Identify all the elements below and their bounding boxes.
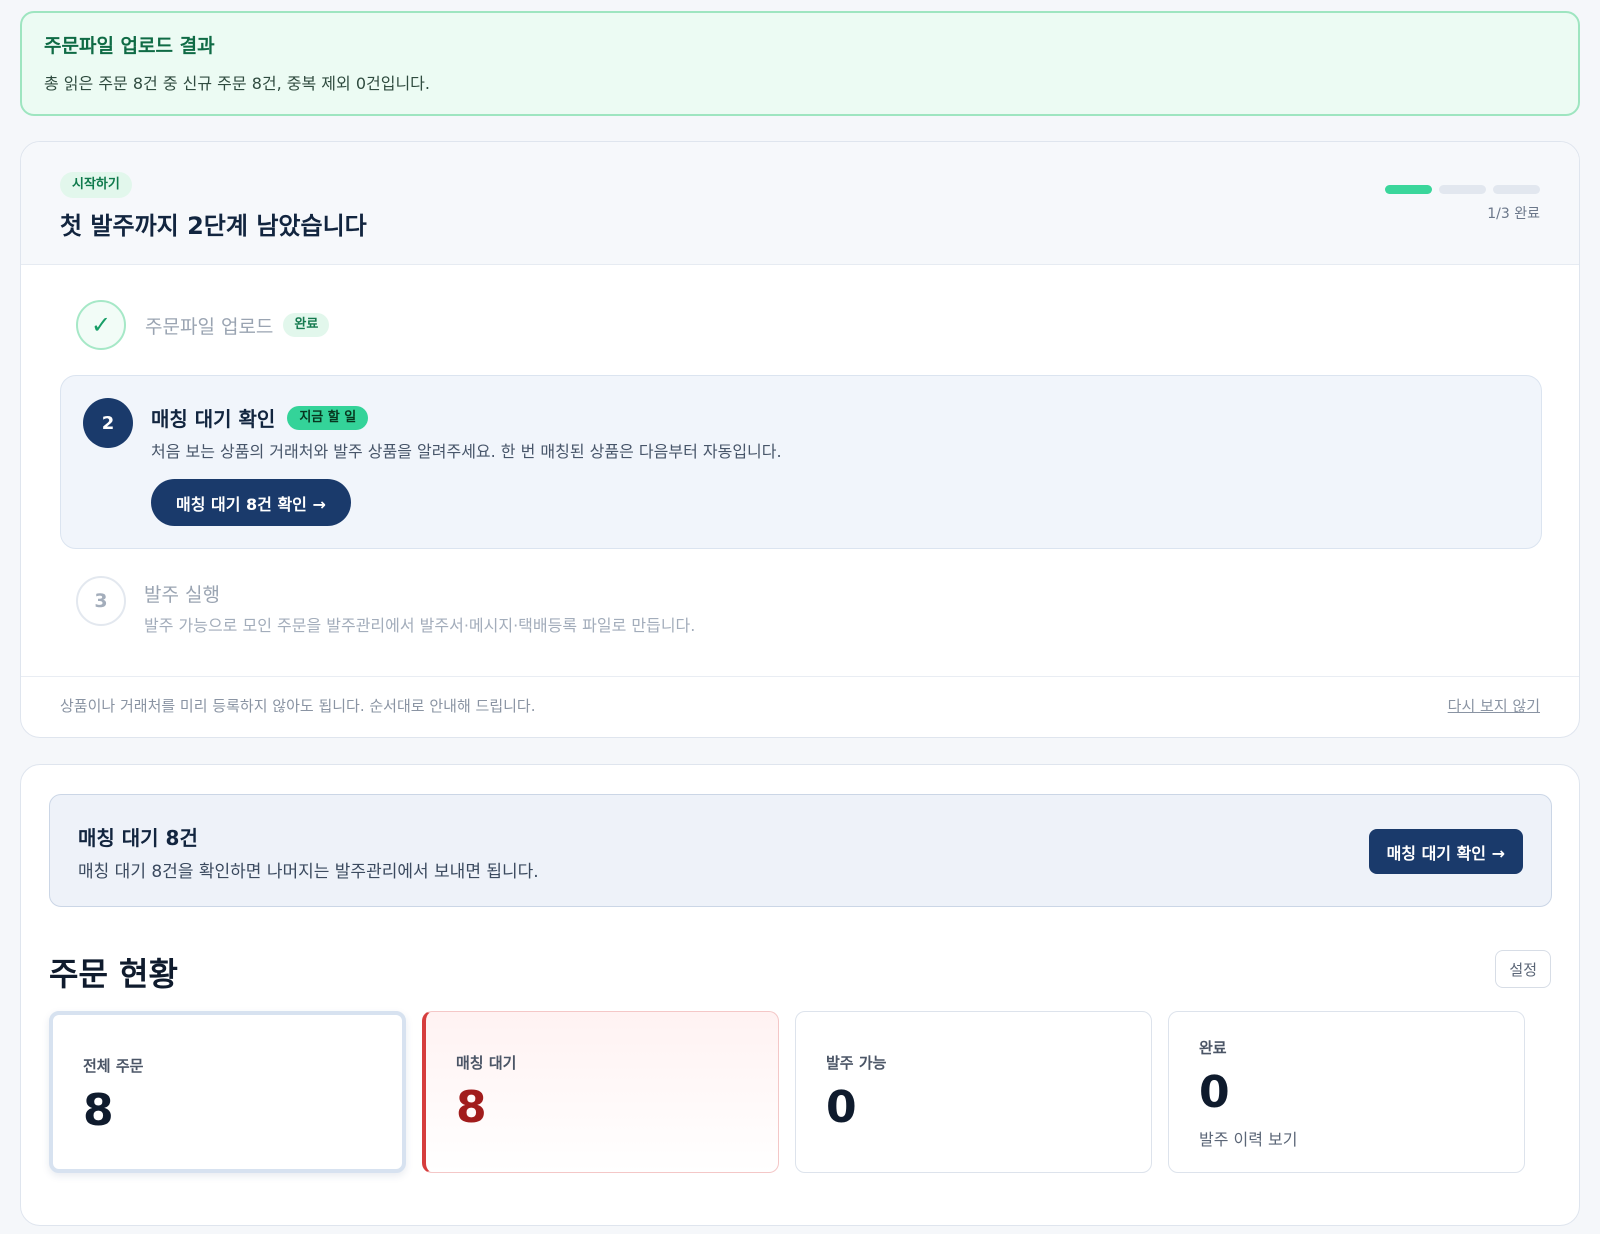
check-pending-button[interactable]: 매칭 대기 확인 → [1368, 829, 1523, 874]
step-matching-heading: 매칭 대기 확인 지금 할 일 [151, 403, 369, 432]
onboarding-title: 첫 발주까지 2단계 남았습니다 [60, 212, 367, 240]
pending-alert-message: 매칭 대기 8건을 확인하면 나머지는 발주관리에서 보내면 됩니다. [78, 862, 539, 882]
progress-segment-2 [1439, 185, 1486, 194]
pending-alert-title: 매칭 대기 8건 [78, 826, 198, 850]
progress-label: 1/3 완료 [1487, 206, 1540, 222]
step-matching-description: 처음 보는 상품의 거래처와 발주 상품을 알려주세요. 한 번 매칭된 상품은… [151, 442, 782, 461]
step-matching: 2 매칭 대기 확인 지금 할 일 처음 보는 상품의 거래처와 발주 상품을 … [60, 375, 1542, 549]
upload-result-title: 주문파일 업로드 결과 [44, 35, 215, 57]
stat-card-total-orders[interactable]: 전체 주문 8 [49, 1011, 406, 1173]
stat-label: 매칭 대기 [456, 1054, 517, 1072]
step-order-title: 발주 실행 [144, 584, 220, 606]
onboarding-card: 시작하기 첫 발주까지 2단계 남았습니다 1/3 완료 ✓ 주문파일 업로드 … [20, 141, 1580, 738]
pending-match-alert: 매칭 대기 8건 매칭 대기 8건을 확인하면 나머지는 발주관리에서 보내면 … [49, 794, 1552, 907]
stat-value: 0 [1199, 1067, 1230, 1118]
step-order-description: 발주 가능으로 모인 주문을 발주관리에서 발주서·메시지·택배등록 파일로 만… [144, 616, 696, 635]
stat-value: 0 [826, 1082, 857, 1133]
stat-card-orderable[interactable]: 발주 가능 0 [795, 1011, 1152, 1173]
order-status-title: 주문 현황 [49, 955, 178, 993]
stat-label: 완료 [1199, 1039, 1227, 1057]
upload-result-message: 총 읽은 주문 8건 중 신규 주문 8건, 중복 제외 0건입니다. [44, 74, 430, 93]
current-task-badge: 지금 할 일 [287, 405, 369, 430]
step-upload-title: 주문파일 업로드 [145, 315, 274, 338]
stat-value: 8 [456, 1082, 487, 1133]
onboarding-hint: 상품이나 거래처를 미리 등록하지 않아도 됩니다. 순서대로 안내해 드립니다… [60, 697, 536, 715]
dashboard-card: 매칭 대기 8건 매칭 대기 8건을 확인하면 나머지는 발주관리에서 보내면 … [20, 764, 1580, 1226]
progress-segment-3 [1493, 185, 1540, 194]
upload-result-banner: 주문파일 업로드 결과 총 읽은 주문 8건 중 신규 주문 8건, 중복 제외… [20, 11, 1580, 116]
onboarding-footer: 상품이나 거래처를 미리 등록하지 않아도 됩니다. 순서대로 안내해 드립니다… [21, 676, 1579, 737]
stat-card-pending-match[interactable]: 매칭 대기 8 [422, 1011, 779, 1173]
progress-bar [1385, 185, 1540, 194]
settings-button[interactable]: 설정 [1495, 950, 1551, 988]
stat-label: 전체 주문 [83, 1057, 144, 1075]
check-pending-matches-button[interactable]: 매칭 대기 8건 확인 → [151, 479, 351, 526]
start-badge: 시작하기 [60, 172, 132, 198]
onboarding-header: 시작하기 첫 발주까지 2단계 남았습니다 1/3 완료 [21, 142, 1579, 265]
stat-value: 8 [83, 1085, 114, 1136]
order-history-link[interactable]: 발주 이력 보기 [1199, 1126, 1298, 1150]
step-matching-title: 매칭 대기 확인 [151, 407, 276, 431]
stat-card-completed[interactable]: 완료 0 발주 이력 보기 [1168, 1011, 1525, 1173]
stat-label: 발주 가능 [826, 1054, 887, 1072]
step-number-3: 3 [76, 576, 126, 626]
step-number-2: 2 [83, 398, 133, 448]
dismiss-link[interactable]: 다시 보지 않기 [1448, 695, 1540, 716]
done-badge: 완료 [283, 313, 330, 337]
step-upload: ✓ 주문파일 업로드 완료 [76, 300, 330, 350]
progress-segment-1 [1385, 185, 1432, 194]
check-icon: ✓ [76, 300, 126, 350]
